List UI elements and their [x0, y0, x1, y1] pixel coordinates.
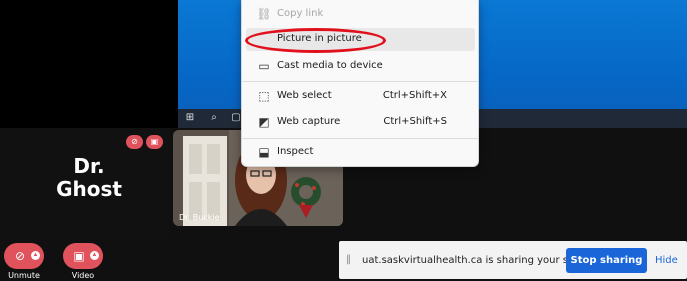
- menu-item-inspect[interactable]: ⬓ Inspect: [246, 141, 475, 164]
- stop-sharing-button[interactable]: Stop sharing: [566, 248, 647, 273]
- unmute-button[interactable]: ⊘ ▲: [4, 243, 44, 269]
- video-off-icon: ▣: [146, 135, 163, 149]
- video-label: Video: [71, 271, 95, 280]
- participant-name-buckie: Dr. Buckie: [179, 213, 220, 222]
- menu-item-copy-link[interactable]: ⛓ Copy link: [246, 3, 475, 26]
- menu-separator: [242, 138, 478, 139]
- video-off-icon: ▣: [73, 249, 85, 263]
- drag-handle-icon[interactable]: ‖: [346, 254, 354, 266]
- mic-off-icon: ⊘: [14, 249, 26, 263]
- menu-item-label: Web select: [277, 90, 332, 101]
- screen-share-notification-bar: ‖ uat.saskvirtualhealth.ca is sharing yo…: [339, 241, 687, 279]
- link-icon: ⛓: [256, 7, 272, 21]
- menu-separator: [242, 81, 478, 82]
- hide-button[interactable]: Hide: [655, 255, 678, 266]
- unmute-label: Unmute: [8, 271, 40, 280]
- menu-item-label: Inspect: [277, 146, 314, 157]
- inspect-icon: ⬓: [258, 145, 270, 159]
- menu-item-label: Web capture: [277, 116, 341, 127]
- menu-item-shortcut: Ctrl+Shift+X: [382, 90, 447, 101]
- web-capture-icon: ◩: [258, 115, 270, 129]
- menu-item-web-select[interactable]: ⬚ Web select Ctrl+Shift+X: [246, 85, 475, 108]
- red-annotation-circle: [245, 28, 386, 53]
- share-message: uat.saskvirtualhealth.ca is sharing your…: [362, 255, 600, 266]
- chevron-up-icon[interactable]: ▲: [90, 251, 99, 260]
- web-select-icon: ⬚: [258, 89, 270, 103]
- menu-item-label: Cast media to device: [277, 60, 383, 71]
- video-button[interactable]: ▣ ▲: [63, 243, 103, 269]
- chevron-up-icon[interactable]: ▲: [31, 251, 40, 260]
- cast-icon: ▭: [258, 59, 270, 73]
- search-icon: ⌕: [211, 112, 217, 123]
- menu-item-label: Copy link: [277, 8, 324, 19]
- browser-context-menu: ⛓ Copy link Picture in picture ▭ Cast me…: [241, 0, 479, 167]
- participant-name-ghost: Dr. Ghost: [56, 154, 122, 201]
- menu-item-shortcut: Ctrl+Shift+S: [383, 116, 447, 127]
- menu-item-cast-media[interactable]: ▭ Cast media to device: [246, 55, 475, 78]
- menu-item-web-capture[interactable]: ◩ Web capture Ctrl+Shift+S: [246, 111, 475, 134]
- muted-mic-icon: ⊘: [126, 135, 143, 149]
- windows-start-icon: ⊞: [185, 112, 195, 123]
